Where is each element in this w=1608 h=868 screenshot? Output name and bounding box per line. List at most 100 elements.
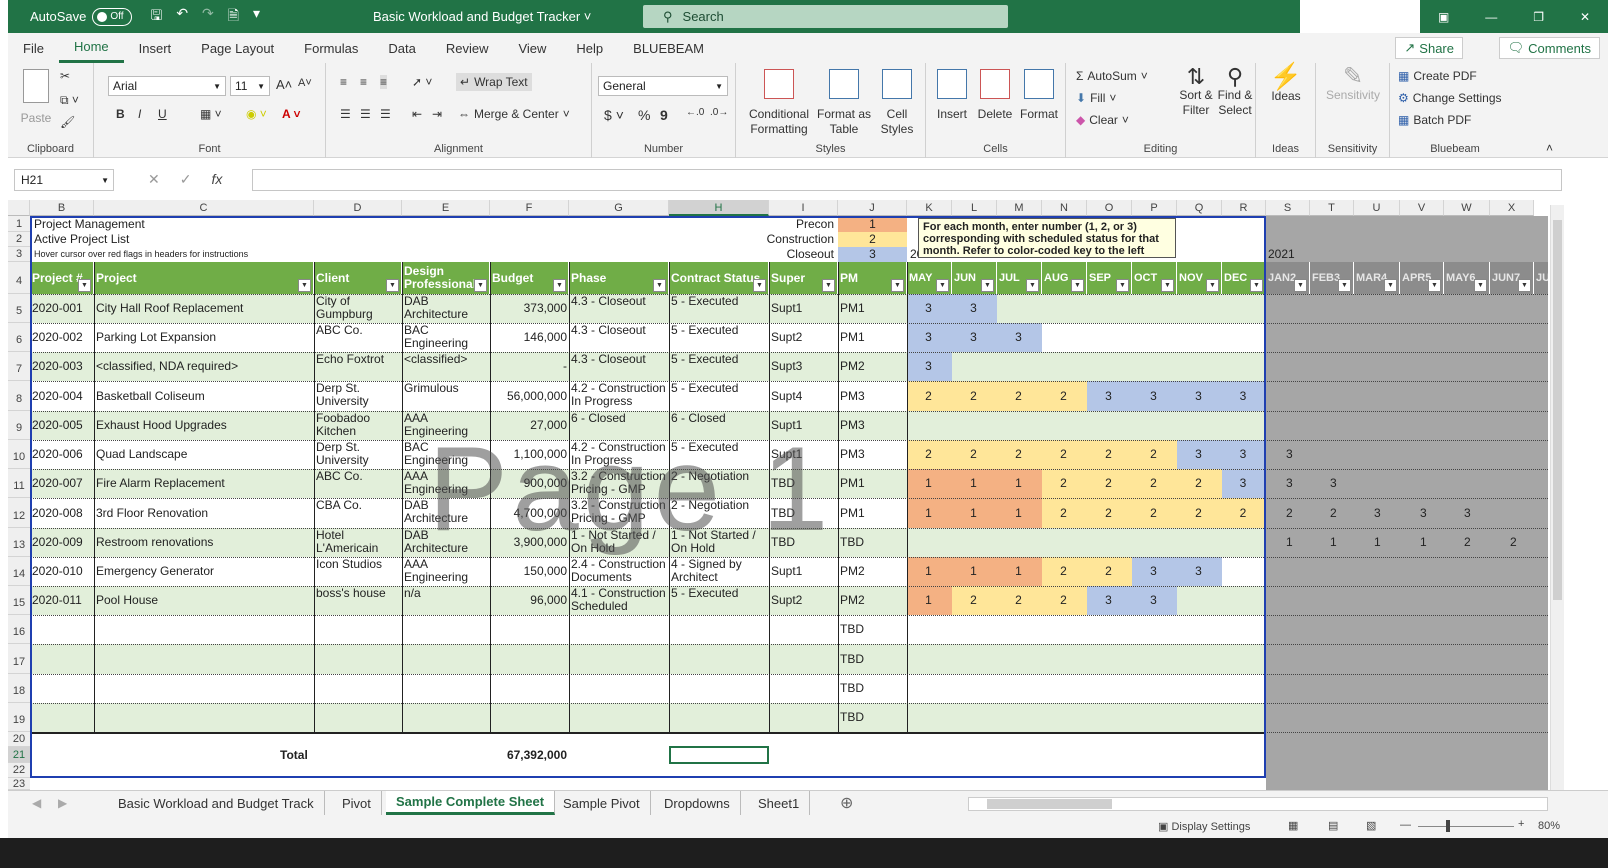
autosave-toggle[interactable]: Off: [92, 8, 132, 26]
align-right-icon[interactable]: ☰: [380, 107, 391, 121]
cell-contract[interactable]: 6 - Closed: [669, 411, 769, 440]
filter-dropdown-icon[interactable]: ▼: [1250, 279, 1263, 292]
cell-design[interactable]: n/a: [402, 586, 490, 615]
cell-month-status[interactable]: 1: [1310, 528, 1354, 557]
cell-client[interactable]: Hotel L'Americain: [314, 528, 402, 557]
batch-pdf-button[interactable]: ▦Batch PDF: [1398, 113, 1471, 127]
cell-month-status[interactable]: 3: [952, 294, 997, 323]
column-header[interactable]: Q: [1177, 200, 1222, 216]
cell-no[interactable]: 2020-003: [30, 352, 94, 381]
minimize-icon[interactable]: —: [1485, 10, 1497, 24]
delete-cells-button[interactable]: Delete: [974, 69, 1016, 122]
cell-month-status[interactable]: 3: [1177, 381, 1222, 411]
cell-no[interactable]: 2020-004: [30, 381, 94, 411]
cell-client[interactable]: ABC Co.: [314, 469, 402, 498]
filter-dropdown-icon[interactable]: ▼: [1428, 279, 1441, 292]
column-header[interactable]: U: [1354, 200, 1400, 216]
cell-budget[interactable]: 900,000: [490, 469, 569, 498]
cell-client[interactable]: Derp St. University: [314, 381, 402, 411]
cell-no[interactable]: 2020-002: [30, 323, 94, 352]
cell-super[interactable]: TBD: [769, 498, 838, 528]
cell-design[interactable]: DAB Architecture: [402, 528, 490, 557]
wrap-text-button[interactable]: ↵Wrap Text: [456, 73, 532, 91]
sheet-tab-sample-pivot[interactable]: Sample Pivot: [553, 791, 651, 815]
cell-month-status[interactable]: 3: [1087, 381, 1132, 411]
cell-month-status[interactable]: 2: [1177, 498, 1222, 528]
sensitivity-button[interactable]: ✎Sensitivity: [1320, 69, 1386, 103]
cell-month-status[interactable]: 2: [1132, 440, 1177, 469]
row-header[interactable]: 3: [8, 247, 30, 262]
cell-client[interactable]: Derp St. University: [314, 440, 402, 469]
column-header[interactable]: J: [838, 200, 907, 216]
borders-icon[interactable]: ▦ ˅: [200, 107, 222, 121]
close-icon[interactable]: ✕: [1580, 10, 1590, 24]
worksheet-grid[interactable]: BCDEFGHIJKLMNOPQRSTUVWX12345678910111213…: [8, 200, 1548, 790]
filter-dropdown-icon[interactable]: ▼: [78, 279, 91, 292]
select-all-corner[interactable]: [8, 200, 30, 216]
cell-month-status[interactable]: 2: [1444, 528, 1490, 557]
cell-no[interactable]: 2020-005: [30, 411, 94, 440]
cell-month-status[interactable]: 1: [907, 469, 952, 498]
column-header[interactable]: H: [669, 200, 769, 216]
cell-design[interactable]: BAC Engineering: [402, 323, 490, 352]
tab-bluebeam[interactable]: BLUEBEAM: [618, 33, 719, 63]
cut-icon[interactable]: ✂: [60, 69, 70, 83]
align-center-icon[interactable]: ☰: [360, 107, 371, 121]
cell-super[interactable]: Supt1: [769, 294, 838, 323]
cell-month-status[interactable]: 1: [907, 586, 952, 615]
cell-month-status[interactable]: 3: [1132, 557, 1177, 586]
cell-client[interactable]: Icon Studios: [314, 557, 402, 586]
column-header[interactable]: N: [1042, 200, 1087, 216]
enter-icon[interactable]: ✓: [180, 171, 192, 188]
cell-month-status[interactable]: 3: [907, 352, 952, 381]
cell-month-status[interactable]: 2: [1087, 440, 1132, 469]
cell-budget[interactable]: 96,000: [490, 586, 569, 615]
filter-dropdown-icon[interactable]: ▼: [553, 279, 566, 292]
decrease-indent-icon[interactable]: ⇤: [412, 107, 422, 121]
selected-cell[interactable]: [669, 746, 769, 764]
cell-month-status[interactable]: 1: [1400, 528, 1444, 557]
copy-icon[interactable]: ⧉ ˅: [60, 93, 79, 108]
filter-dropdown-icon[interactable]: ▼: [981, 279, 994, 292]
align-left-icon[interactable]: ☰: [340, 107, 351, 121]
page-layout-view-icon[interactable]: ▤: [1328, 819, 1338, 832]
cell-month-status[interactable]: 2: [952, 381, 997, 411]
filter-dropdown-icon[interactable]: ▼: [1474, 279, 1487, 292]
underline-button[interactable]: U: [158, 107, 167, 121]
name-box[interactable]: H21▼: [14, 169, 114, 191]
cell-month-status[interactable]: 2: [1087, 498, 1132, 528]
format-as-table-button[interactable]: Format as Table: [816, 69, 872, 137]
row-header[interactable]: 12: [8, 498, 30, 528]
cell-design[interactable]: AAA Engineering: [402, 411, 490, 440]
cell-super[interactable]: Supt2: [769, 586, 838, 615]
sheet-tab-pivot[interactable]: Pivot: [332, 791, 382, 815]
cell-month-status[interactable]: 3: [1354, 498, 1400, 528]
tab-formulas[interactable]: Formulas: [289, 33, 373, 63]
cell-month-status[interactable]: 2: [1042, 381, 1087, 411]
sheet-tab-sheet1[interactable]: Sheet1: [748, 791, 810, 815]
column-header[interactable]: I: [769, 200, 838, 216]
cell-month-status[interactable]: 3: [1132, 586, 1177, 615]
cell-phase[interactable]: 3.2 - Construction Pricing - GMP: [569, 469, 669, 498]
cell-budget[interactable]: 3,900,000: [490, 528, 569, 557]
tab-review[interactable]: Review: [431, 33, 504, 63]
percent-button[interactable]: %: [638, 107, 650, 123]
cell-month-status[interactable]: 3: [1132, 381, 1177, 411]
cell-no[interactable]: 2020-001: [30, 294, 94, 323]
cell-budget[interactable]: 27,000: [490, 411, 569, 440]
cell-client[interactable]: Echo Foxtrot: [314, 352, 402, 381]
filter-dropdown-icon[interactable]: ▼: [1384, 279, 1397, 292]
insert-cells-button[interactable]: Insert: [932, 69, 972, 122]
cell-month-status[interactable]: 3: [1222, 469, 1266, 498]
cell-month-status[interactable]: 2: [1177, 469, 1222, 498]
cell-phase[interactable]: 4.3 - Closeout: [569, 294, 669, 323]
cell-phase[interactable]: 6 - Closed: [569, 411, 669, 440]
cell-month-status[interactable]: 2: [1132, 469, 1177, 498]
currency-button[interactable]: $ ˅: [604, 107, 624, 123]
increase-font-icon[interactable]: A˄: [276, 77, 292, 92]
column-header[interactable]: K: [907, 200, 952, 216]
column-header[interactable]: C: [94, 200, 314, 216]
column-header[interactable]: T: [1310, 200, 1354, 216]
filter-dropdown-icon[interactable]: ▼: [653, 279, 666, 292]
cell-contract[interactable]: 2 - Negotiation: [669, 498, 769, 528]
